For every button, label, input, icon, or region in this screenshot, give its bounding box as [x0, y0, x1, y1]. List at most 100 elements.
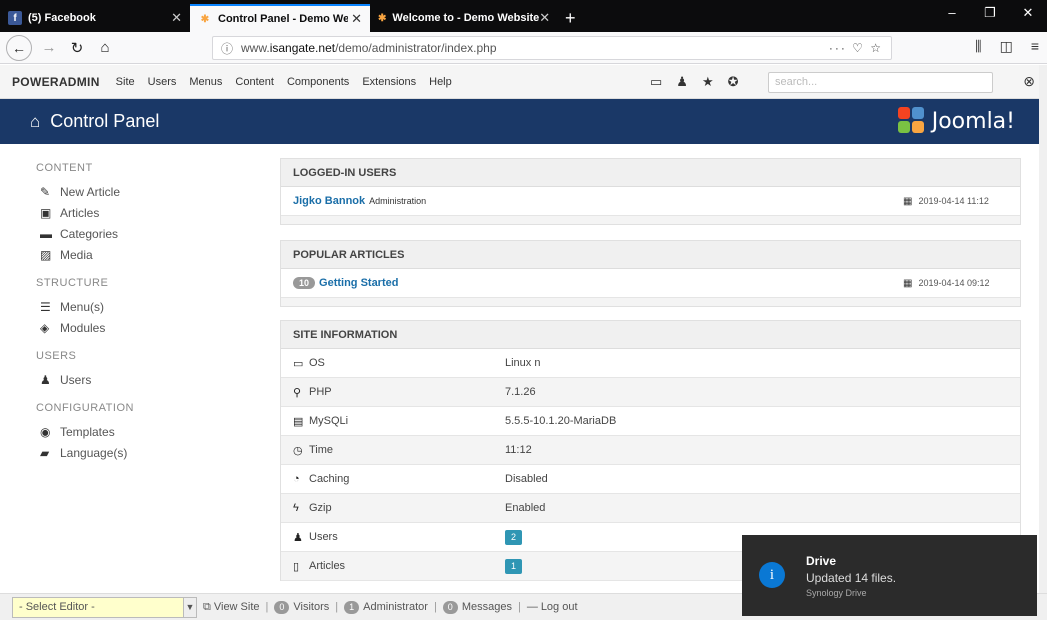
joomla-logo-text: Joomla! — [931, 108, 1015, 134]
joomla-icon: ✱ — [200, 13, 210, 25]
logout-link[interactable]: Log out — [541, 601, 578, 613]
search-input[interactable]: search... — [768, 72, 993, 93]
sidebar-item-articles[interactable]: ▣ Articles — [40, 205, 236, 221]
toast-body: Updated 14 files. — [806, 571, 897, 585]
url-host: isangate.net — [269, 41, 336, 55]
sidebar-item-templates[interactable]: ◉ Templates — [40, 424, 236, 440]
tab-label: Welcome to - Demo Website — [392, 12, 540, 24]
table-row: ϟ Gzip Enabled — [281, 494, 1020, 523]
user-link[interactable]: Jigko Bannok — [293, 195, 365, 207]
home-icon[interactable]: ⌂ — [94, 39, 116, 56]
administrator-link[interactable]: Administrator — [363, 601, 428, 613]
view-site-link[interactable]: View Site — [214, 601, 260, 613]
divider: | — [265, 601, 269, 613]
sidebar-item-categories[interactable]: ▬ Categories — [40, 226, 236, 242]
tab-facebook[interactable]: f (5) Facebook ✕ — [0, 4, 190, 32]
library-icon[interactable]: ⫼ — [975, 38, 981, 55]
page-scrollbar[interactable] — [1039, 65, 1047, 593]
browser-tab-strip: f (5) Facebook ✕ ✱ Control Panel - Demo … — [0, 0, 1047, 32]
image-icon: ▨ — [40, 248, 52, 262]
reload-icon[interactable]: ↻ — [66, 39, 88, 57]
eye-icon: ◉ — [40, 425, 51, 439]
menu-components[interactable]: Components — [287, 76, 349, 88]
sidebar-item-media[interactable]: ▨ Media — [40, 247, 236, 263]
visitors-link[interactable]: Visitors — [293, 601, 329, 613]
close-window-icon[interactable]: ✕ — [1009, 0, 1047, 28]
tab-control-panel[interactable]: ✱ Control Panel - Demo Website ✕ — [190, 4, 370, 32]
visitors-count-badge: 0 — [274, 600, 290, 614]
comments-icon: ▰ — [40, 446, 50, 460]
url-prefix: www. — [241, 41, 270, 55]
close-icon[interactable]: ✕ — [171, 10, 182, 26]
sidebar-item-new-article[interactable]: ✎ New Article — [40, 184, 236, 200]
sidebar-item-languages[interactable]: ▰ Language(s) — [40, 445, 236, 461]
menu-help[interactable]: Help — [429, 76, 452, 88]
page-actions[interactable]: ··· ♡ ☆ — [829, 41, 883, 55]
messages-link[interactable]: Messages — [462, 601, 512, 613]
menu-users[interactable]: Users — [148, 76, 177, 88]
messages-icon[interactable]: ▭ — [650, 74, 662, 90]
date-text: 2019-04-14 09:12 — [918, 277, 990, 288]
close-icon[interactable]: ✕ — [351, 11, 362, 27]
restore-icon[interactable]: ❐ — [971, 0, 1009, 28]
back-icon[interactable]: ← — [6, 34, 32, 61]
menu-content[interactable]: Content — [235, 76, 274, 88]
forward-icon[interactable]: → — [38, 39, 60, 56]
joomla-icon: ✱ — [378, 12, 387, 24]
list-item: Jigko Bannok Administration ▦ 2019-04-14 … — [281, 187, 1020, 216]
info-key: Gzip — [309, 502, 332, 514]
menu-menus[interactable]: Menus — [189, 76, 222, 88]
joomla-menu-icon[interactable]: ⊗ — [1023, 73, 1035, 90]
minimize-icon[interactable]: – — [933, 0, 971, 28]
sidebar-item-label: New Article — [60, 185, 121, 199]
sidebar-item-label: Menu(s) — [60, 300, 105, 314]
messages-count-badge: 0 — [442, 600, 458, 614]
pencil-icon: ✎ — [40, 185, 51, 199]
info-key: MySQLi — [309, 415, 349, 427]
joomla-logo-icon — [897, 107, 926, 135]
address-bar[interactable]: ⓘ www. isangate.net/demo/administrator/in… — [212, 36, 892, 60]
hamburger-menu-icon[interactable]: ≡ — [1031, 38, 1039, 55]
clock-icon: ◷ — [293, 444, 303, 457]
database-icon: ▤ — [293, 415, 304, 428]
articles-icon: ▣ — [40, 206, 52, 220]
external-link-icon: ⧉ — [203, 600, 211, 613]
tab-welcome[interactable]: ✱ Welcome to - Demo Website ✕ — [370, 4, 555, 32]
info-icon[interactable]: ⓘ — [221, 40, 233, 57]
sidebar-item-menus[interactable]: ☰ Menu(s) — [40, 299, 236, 315]
brand[interactable]: POWERADMIN — [0, 75, 100, 89]
folder-icon: ▬ — [40, 227, 52, 241]
panel-title: SITE INFORMATION — [281, 321, 1020, 349]
info-value: 11:12 — [505, 444, 532, 456]
logout-icon: — — [526, 601, 538, 613]
sidebar-item-modules[interactable]: ◈ Modules — [40, 320, 236, 336]
user-icon[interactable]: ♟ — [676, 74, 688, 90]
users-count-badge[interactable]: 2 — [505, 529, 522, 545]
window-controls: – ❐ ✕ — [933, 0, 1047, 28]
login-date: ▦ 2019-04-14 11:12 — [903, 196, 989, 207]
info-key: Users — [309, 531, 338, 543]
notification-toast[interactable]: i Drive Updated 14 files. Synology Drive — [742, 535, 1037, 616]
admin-menu-bar: POWERADMIN Site Users Menus Content Comp… — [0, 65, 1047, 99]
editor-select[interactable]: - Select Editor - — [12, 596, 184, 618]
wrench-icon: ⚲ — [293, 386, 302, 399]
page-header: ⌂ Control Panel Joomla! — [0, 99, 1047, 144]
sidebar-icon[interactable]: ◫ — [1000, 38, 1013, 55]
article-link[interactable]: Getting Started — [319, 277, 398, 289]
star-icon[interactable]: ★ — [702, 74, 714, 90]
menu-site[interactable]: Site — [116, 76, 135, 88]
panel-title: LOGGED-IN USERS — [281, 159, 1020, 187]
sidebar-section-title: CONFIGURATION — [36, 402, 134, 414]
table-row: ⚲ PHP 7.1.26 — [281, 378, 1020, 407]
menu-extensions[interactable]: Extensions — [362, 76, 416, 88]
close-icon[interactable]: ✕ — [539, 10, 550, 26]
sidebar-item-label: Categories — [60, 227, 119, 241]
new-tab-button[interactable]: + — [555, 4, 586, 32]
joomla-small-icon[interactable]: ✪ — [728, 74, 739, 90]
articles-count-badge[interactable]: 1 — [505, 558, 522, 574]
sidebar-item-users[interactable]: ♟ Users — [40, 372, 236, 388]
home-icon: ⌂ — [30, 111, 41, 131]
sidebar-section-title: CONTENT — [36, 162, 93, 174]
chevron-down-icon[interactable]: ▼ — [184, 596, 197, 618]
sidebar-item-label: Modules — [60, 321, 106, 335]
